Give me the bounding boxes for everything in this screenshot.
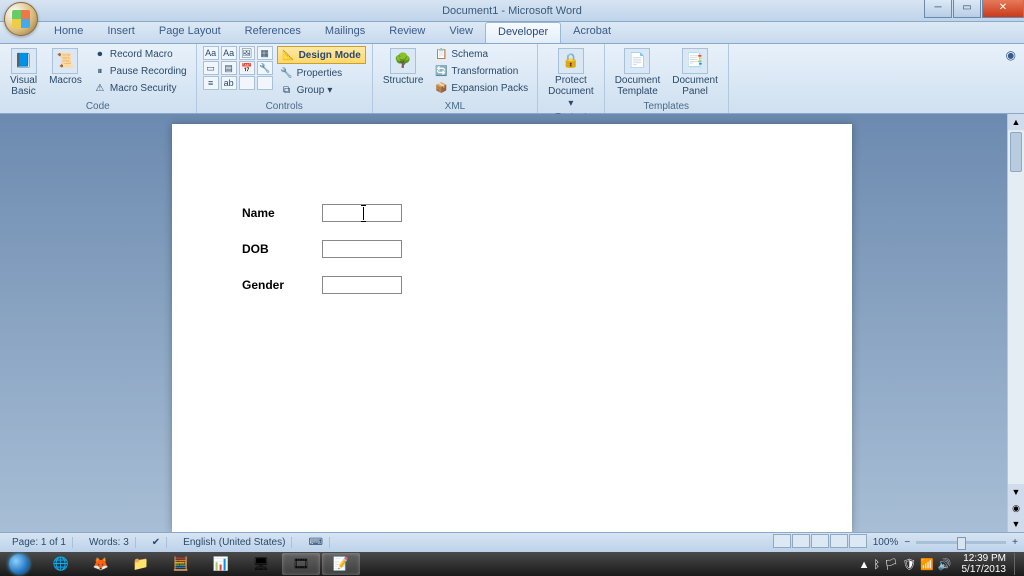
office-button[interactable]: [4, 2, 38, 36]
design-mode-button[interactable]: 📐Design Mode: [277, 46, 366, 64]
group-xml: 🌳Structure 📋Schema 🔄Transformation 📦Expa…: [373, 44, 538, 113]
group-protect: 🔒Protect Document ▾ Protect: [538, 44, 605, 113]
taskbar-explorer-icon[interactable]: 📁: [122, 553, 160, 575]
group-code: 📘Visual Basic 📜Macros ⏺Record Macro ⏸Pau…: [0, 44, 197, 113]
record-macro-button[interactable]: ⏺Record Macro: [90, 46, 190, 62]
tray-icons[interactable]: ▲ ᛒ🏳 🛡 📶 🔊: [857, 558, 954, 571]
group-controls: AaAa🖼▦ ▭▤📅🔧 ≡ab 📐Design Mode 🔧Properties…: [197, 44, 373, 113]
protect-document-button[interactable]: 🔒Protect Document ▾: [544, 46, 598, 111]
group-icon: ⧉: [280, 83, 294, 97]
pause-recording-button[interactable]: ⏸Pause Recording: [90, 63, 190, 79]
tab-view[interactable]: View: [437, 22, 485, 43]
macros-button[interactable]: 📜Macros: [45, 46, 86, 100]
zoom-level[interactable]: 100%: [873, 537, 899, 548]
taskbar-app2-icon[interactable]: 🖥: [242, 553, 280, 575]
insert-mode-icon[interactable]: ⌨: [302, 537, 329, 548]
control-gallery-row2[interactable]: ▭▤📅🔧: [203, 61, 273, 75]
macro-security-button[interactable]: ⚠Macro Security: [90, 80, 190, 96]
scroll-down-icon[interactable]: ▼: [1008, 484, 1024, 500]
pause-icon: ⏸: [93, 64, 107, 78]
close-button[interactable]: ✕: [982, 0, 1024, 18]
gender-label: Gender: [242, 278, 322, 292]
structure-button[interactable]: 🌳Structure: [379, 46, 428, 100]
taskbar: 🌐 🦊 📁 🧮 📊 🖥 🎞 📝 ▲ ᛒ🏳 🛡 📶 🔊 12:39 PM 5/17/201…: [0, 552, 1024, 576]
scroll-up-icon[interactable]: ▲: [1008, 114, 1024, 130]
tab-page-layout[interactable]: Page Layout: [147, 22, 233, 43]
schema-button[interactable]: 📋Schema: [431, 46, 531, 62]
tab-home[interactable]: Home: [42, 22, 95, 43]
tab-review[interactable]: Review: [377, 22, 437, 43]
transformation-button[interactable]: 🔄Transformation: [431, 63, 531, 79]
properties-icon: 🔧: [280, 66, 294, 80]
tray-shield-icon[interactable]: 🛡: [902, 559, 916, 571]
vertical-scrollbar[interactable]: ▲ ▼ ◉ ▼: [1007, 114, 1024, 532]
group-templates: 📄Document Template 📑Document Panel Templ…: [605, 44, 729, 113]
language-status[interactable]: English (United States): [177, 537, 292, 548]
name-field[interactable]: [322, 204, 402, 222]
properties-button[interactable]: 🔧Properties: [277, 65, 366, 81]
tray-bt-icon[interactable]: ᛒ: [874, 559, 881, 571]
titlebar: Document1 - Microsoft Word ─ ▭ ✕: [0, 0, 1024, 22]
maximize-button[interactable]: ▭: [953, 0, 981, 18]
tray-volume-icon[interactable]: 🔊: [938, 559, 952, 571]
name-label: Name: [242, 206, 322, 220]
expansion-icon: 📦: [434, 81, 448, 95]
text-cursor-icon: [363, 207, 364, 220]
tab-mailings[interactable]: Mailings: [313, 22, 377, 43]
show-desktop-button[interactable]: [1014, 553, 1020, 575]
group-label-code: Code: [6, 100, 190, 113]
proofing-icon[interactable]: ✔: [146, 537, 167, 548]
tab-insert[interactable]: Insert: [95, 22, 147, 43]
browse-prev-icon[interactable]: ◉: [1008, 500, 1024, 516]
design-icon: 📐: [282, 48, 296, 62]
zoom-in-button[interactable]: +: [1012, 537, 1018, 548]
page-status[interactable]: Page: 1 of 1: [6, 537, 73, 548]
gender-field[interactable]: [322, 276, 402, 294]
warning-icon: ⚠: [93, 81, 107, 95]
statusbar: Page: 1 of 1 Words: 3 ✔ English (United …: [0, 532, 1024, 552]
document-page[interactable]: Name DOB Gender: [172, 124, 852, 532]
document-panel-button[interactable]: 📑Document Panel: [668, 46, 722, 100]
zoom-out-button[interactable]: −: [904, 537, 910, 548]
transform-icon: 🔄: [434, 64, 448, 78]
visual-basic-button[interactable]: 📘Visual Basic: [6, 46, 41, 100]
document-template-button[interactable]: 📄Document Template: [611, 46, 665, 100]
taskbar-word-icon[interactable]: 📝: [322, 553, 360, 575]
group-button[interactable]: ⧉Group ▾: [277, 82, 366, 98]
taskbar-app1-icon[interactable]: 🧮: [162, 553, 200, 575]
view-buttons[interactable]: [772, 534, 867, 551]
tab-developer[interactable]: Developer: [485, 22, 561, 43]
start-button[interactable]: [0, 552, 38, 576]
record-icon: ⏺: [93, 47, 107, 61]
group-label-templates: Templates: [611, 100, 722, 113]
window-title: Document1 - Microsoft Word: [442, 5, 582, 17]
system-clock[interactable]: 12:39 PM 5/17/2013: [962, 553, 1007, 575]
control-gallery-row3[interactable]: ≡ab: [203, 76, 273, 90]
ribbon-tabs: Home Insert Page Layout References Maili…: [0, 22, 1024, 44]
tray-flag-icon[interactable]: 🏳: [884, 559, 898, 571]
document-workspace: Name DOB Gender ▲ ▼ ◉ ▼: [0, 114, 1024, 532]
tray-up-icon[interactable]: ▲: [859, 559, 870, 571]
dob-label: DOB: [242, 242, 322, 256]
word-count[interactable]: Words: 3: [83, 537, 136, 548]
browse-next-icon[interactable]: ▼: [1008, 516, 1024, 532]
control-gallery-row1[interactable]: AaAa🖼▦: [203, 46, 273, 60]
tray-network-icon[interactable]: 📶: [920, 559, 934, 571]
minimize-button[interactable]: ─: [924, 0, 952, 18]
tab-acrobat[interactable]: Acrobat: [561, 22, 623, 43]
schema-icon: 📋: [434, 47, 448, 61]
group-label-controls: Controls: [203, 100, 366, 113]
tab-references[interactable]: References: [233, 22, 313, 43]
taskbar-media-icon[interactable]: 🎞: [282, 553, 320, 575]
scrollbar-thumb[interactable]: [1010, 132, 1022, 172]
expansion-packs-button[interactable]: 📦Expansion Packs: [431, 80, 531, 96]
dob-field[interactable]: [322, 240, 402, 258]
ribbon: 📘Visual Basic 📜Macros ⏺Record Macro ⏸Pau…: [0, 44, 1024, 114]
help-button[interactable]: ◉: [998, 44, 1024, 66]
taskbar-chrome-icon[interactable]: 🌐: [42, 553, 80, 575]
taskbar-excel-icon[interactable]: 📊: [202, 553, 240, 575]
taskbar-firefox-icon[interactable]: 🦊: [82, 553, 120, 575]
zoom-slider[interactable]: [916, 541, 1006, 544]
group-label-xml: XML: [379, 100, 531, 113]
